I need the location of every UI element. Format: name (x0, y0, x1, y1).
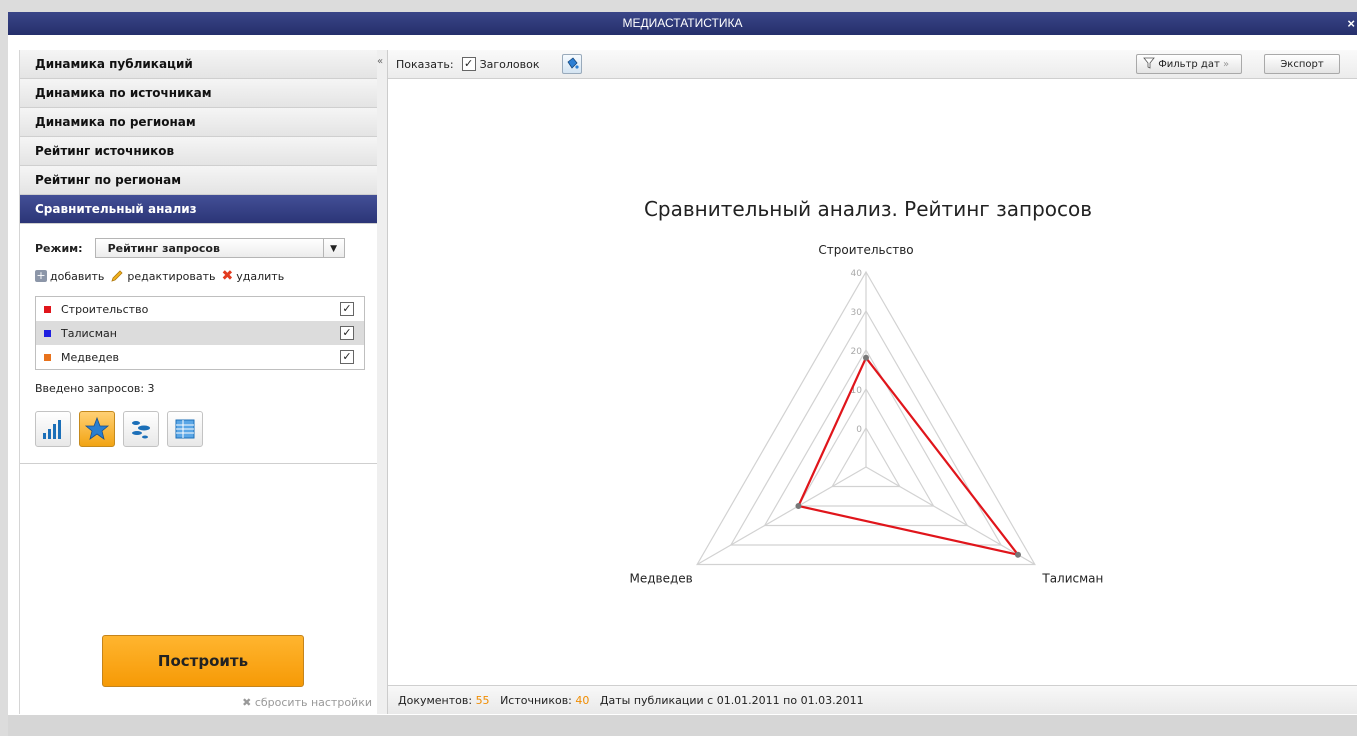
query-checkbox[interactable]: ✓ (340, 326, 354, 340)
sidebar-item-region-dynamics[interactable]: Динамика по регионам (20, 108, 378, 137)
title-checkbox[interactable]: ✓ (461, 57, 476, 71)
list-item[interactable]: Талисман ✓ (36, 321, 364, 345)
delete-query-button[interactable]: ✖ удалить (222, 268, 285, 284)
axis-label: Строительство (818, 243, 913, 257)
documents-count: 55 (475, 694, 490, 707)
sidebar-item-publication-dynamics[interactable]: Динамика публикаций (20, 50, 378, 79)
paint-bucket-icon (566, 57, 579, 69)
tick-label: 20 (851, 347, 863, 357)
comparative-analysis-panel: Режим: Рейтинг запросов ▼ + добавить ред… (20, 224, 378, 464)
chart-type-selector (35, 411, 368, 447)
data-point (863, 354, 869, 361)
list-item[interactable]: Медведев ✓ (36, 345, 364, 369)
sources-label: Источников: (500, 694, 572, 707)
window-titlebar: МЕДИАСТАТИСТИКА × (8, 12, 1357, 35)
query-name: Талисман (61, 326, 117, 340)
build-button[interactable]: Построить (102, 635, 304, 687)
edit-query-button[interactable]: редактировать (110, 269, 216, 283)
bubble-chart-icon (132, 421, 150, 439)
bar-chart-icon (43, 420, 61, 439)
reset-settings-link[interactable]: ✖ сбросить настройки (242, 696, 372, 709)
edit-query-label: редактировать (127, 269, 216, 283)
entered-count: Введено запросов: 3 (35, 382, 155, 395)
sources-count: 40 (575, 694, 590, 707)
paint-bucket-button[interactable] (561, 54, 582, 74)
filter-icon (1143, 57, 1155, 69)
query-name: Строительство (61, 302, 149, 316)
mode-select-value: Рейтинг запросов (107, 242, 220, 255)
mode-label: Режим: (35, 241, 83, 255)
pencil-icon (111, 270, 123, 282)
sidebar-item-comparative-analysis[interactable]: Сравнительный анализ (20, 195, 378, 224)
query-checkbox[interactable]: ✓ (340, 302, 354, 316)
plus-icon: + (35, 269, 47, 282)
query-checkbox[interactable]: ✓ (340, 350, 354, 364)
color-swatch (44, 305, 51, 313)
mode-select[interactable]: Рейтинг запросов ▼ (94, 238, 345, 258)
radar-chart: Сравнительный анализ. Рейтинг запросов 0… (630, 197, 1104, 586)
sidebar-item-source-dynamics[interactable]: Динамика по источникам (20, 79, 378, 108)
tick-label: 40 (851, 269, 863, 279)
tick-label: 30 (851, 308, 863, 318)
data-point (795, 503, 802, 509)
bottom-bar (8, 715, 1357, 736)
documents-label: Документов: (398, 694, 473, 707)
publication-dates: Даты публикации с 01.01.2011 по 01.03.20… (599, 694, 864, 707)
sidebar-item-source-rating[interactable]: Рейтинг источников (20, 137, 378, 166)
axis-label: Талисман (1041, 572, 1103, 586)
title-checkbox-label: Заголовок (479, 57, 540, 71)
window-title: МЕДИАСТАТИСТИКА (622, 16, 743, 30)
axis-spoke (865, 466, 1036, 566)
delete-query-label: удалить (236, 269, 285, 283)
chart-toolbar: Показать: ✓ Заголовок Фильтр дат » Экспо… (388, 50, 1357, 79)
query-list: Строительство ✓ Талисман ✓ Медведев ✓ (35, 296, 365, 370)
double-chevron-left-icon: « (377, 56, 384, 67)
table-view-button[interactable] (167, 411, 203, 447)
date-filter-button[interactable]: Фильтр дат » (1136, 54, 1242, 74)
reset-settings-label: сбросить настройки (254, 696, 372, 709)
status-bar: Документов: 55 Источников: 40 Даты публи… (388, 685, 1357, 714)
close-icon: ✖ (242, 696, 255, 709)
chart-area: Сравнительный анализ. Рейтинг запросов 0… (388, 79, 1357, 685)
collapse-sidebar-handle[interactable]: « (377, 50, 388, 714)
chevron-down-icon[interactable]: ▼ (322, 239, 344, 257)
color-swatch (44, 353, 51, 361)
double-chevron-down-icon: » (1223, 59, 1230, 70)
close-icon[interactable]: × (1347, 12, 1355, 35)
date-filter-label: Фильтр дат (1158, 59, 1220, 70)
data-point (1014, 551, 1021, 558)
export-button[interactable]: Экспорт (1264, 54, 1340, 74)
chart-title: Сравнительный анализ. Рейтинг запросов (644, 197, 1092, 221)
add-query-label: добавить (50, 269, 105, 283)
bubble-chart-button[interactable] (123, 411, 159, 447)
query-name: Медведев (61, 350, 119, 364)
sidebar-item-region-rating[interactable]: Рейтинг по регионам (20, 166, 378, 195)
add-query-button[interactable]: + добавить (35, 270, 104, 283)
tick-label: 0 (856, 425, 862, 435)
show-label: Показать: (396, 57, 454, 71)
bar-chart-button[interactable] (35, 411, 71, 447)
delete-x-icon: ✖ (221, 268, 234, 284)
sidebar: Динамика публикаций Динамика по источник… (19, 50, 379, 714)
star-chart-button[interactable] (79, 411, 115, 447)
axis-label: Медведев (630, 572, 693, 586)
list-item[interactable]: Строительство ✓ (36, 297, 364, 321)
star-chart-icon (84, 416, 110, 440)
chart-panel: Показать: ✓ Заголовок Фильтр дат » Экспо… (388, 50, 1357, 714)
table-icon (175, 419, 195, 439)
color-swatch (44, 329, 51, 337)
